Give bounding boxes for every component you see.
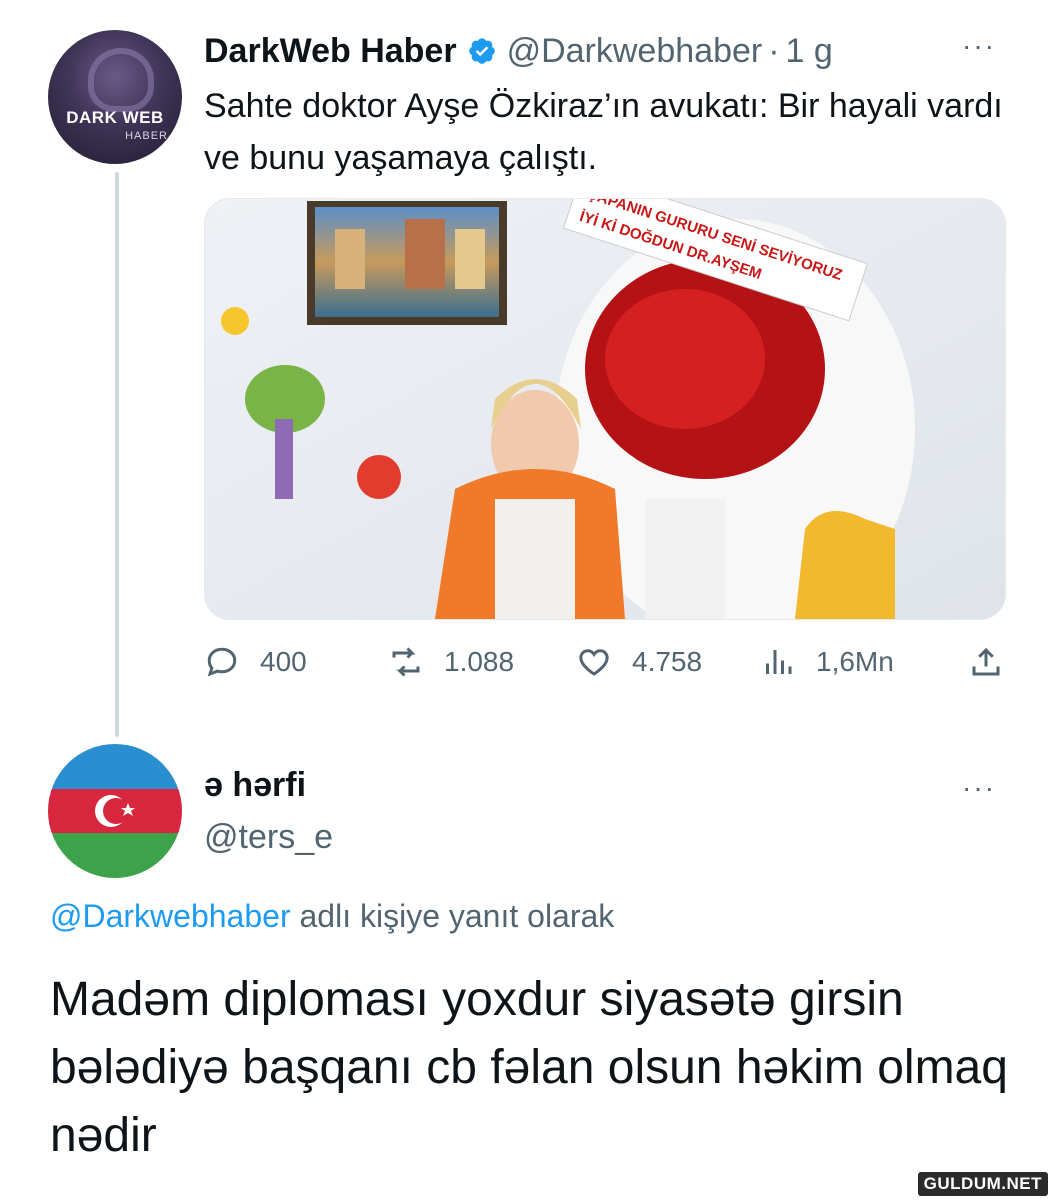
azerbaijan-flag-icon	[48, 744, 182, 878]
tweet-text: Sahte doktor Ayşe Özkiraz’ın avukatı: Bi…	[204, 87, 1003, 177]
reply-author-display-name[interactable]: ə hərfi	[204, 766, 306, 805]
views-count: 1,6Mn	[816, 646, 894, 677]
site-watermark: GULDUM.NET	[917, 1172, 1048, 1196]
media-photo-illustration: ÇAPANIN GURURU SENİ SEVİYORUZ İYİ Kİ DOĞ…	[205, 199, 1005, 619]
reply-button[interactable]: 400	[204, 638, 307, 686]
verified-badge-icon	[468, 38, 495, 64]
like-count: 4.758	[632, 646, 703, 677]
replying-to-line: @Darkwebhaber adlı kişiye yanıt olarak	[50, 898, 614, 935]
retweet-icon	[392, 647, 420, 677]
reply-count: 400	[260, 646, 307, 677]
thread-connector-line	[115, 172, 119, 737]
reply-icon	[207, 647, 237, 677]
header-separator: ·	[768, 31, 780, 70]
reply-to-mention-link[interactable]: @Darkwebhaber	[50, 898, 291, 934]
tweet-action-bar: 400 1.088 4.758 1,6Mn	[204, 638, 1004, 686]
retweet-button[interactable]: 1.088	[388, 638, 514, 686]
more-icon[interactable]: ···	[962, 32, 996, 60]
tweet-time[interactable]: 1 g	[786, 32, 833, 71]
more-icon[interactable]: ···	[962, 774, 996, 802]
views-button[interactable]: 1,6Mn	[760, 638, 894, 686]
share-button[interactable]	[968, 638, 1024, 686]
reply-tweet-text: Madəm diploması yoxdur siyasətə girsin b…	[50, 973, 1008, 1162]
tweet-media-image[interactable]: ÇAPANIN GURURU SENİ SEVİYORUZ İYİ Kİ DOĞ…	[204, 198, 1006, 620]
reply-to-suffix: adlı kişiye yanıt olarak	[290, 898, 615, 934]
retweet-count: 1.088	[444, 646, 515, 677]
avatar-logo-subtext: HABER	[125, 130, 168, 142]
avatar-logo-text: DARK WEB	[66, 108, 164, 127]
reply-author-handle[interactable]: @ters_e	[204, 818, 333, 857]
author-handle[interactable]: @Darkwebhaber	[507, 32, 763, 71]
like-icon	[579, 649, 609, 676]
author-display-name[interactable]: DarkWeb Haber	[204, 32, 457, 71]
avatar-logo-shape	[88, 48, 154, 112]
share-icon	[972, 647, 1000, 676]
like-button[interactable]: 4.758	[576, 638, 702, 686]
avatar-ters-e-flag[interactable]	[48, 744, 182, 878]
views-icon	[766, 650, 792, 674]
avatar-darkweb-haber[interactable]: DARK WEB HABER	[48, 30, 182, 164]
tweet-header: DarkWeb Haber @Darkwebhaber · 1 g	[204, 26, 833, 76]
